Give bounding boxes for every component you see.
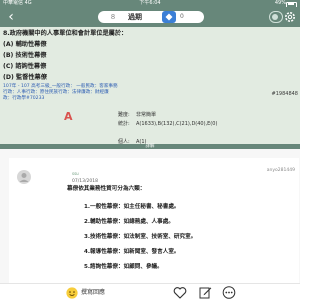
- comment-date: 07/13/2018: [72, 179, 98, 184]
- gear-icon[interactable]: [283, 10, 297, 24]
- comment-text: 4.報導性幕僚：如新聞室、發言人室。: [84, 249, 180, 255]
- question-title: 8.政府機關中的人事單位和會計單位是屬於：: [3, 30, 128, 37]
- page-indicator: 8: [110, 13, 116, 21]
- comment-text: 5.諮詢性幕僚：如顧問、參議。: [84, 264, 163, 270]
- status-bar: 中華電信 4G 下午6:04 49%: [0, 0, 300, 8]
- option-a[interactable]: (A) 輔助性幕僚: [3, 41, 47, 49]
- battery-percent: 49%: [274, 0, 286, 6]
- option-c[interactable]: (C) 諮詢性幕僚: [3, 63, 46, 71]
- back-chevron-icon[interactable]: ‹: [4, 10, 18, 24]
- top-bar: ‹ 8 過期 0: [0, 7, 300, 27]
- edit-pencil-icon[interactable]: [199, 286, 212, 299]
- statistics-row: 統計: A(1633),B(132),C(21),D(40),E(0): [118, 121, 218, 127]
- mode-pill: 8 過期 0: [98, 11, 204, 23]
- exam-tags-link[interactable]: 政：行政學#70233: [3, 96, 44, 102]
- option-d[interactable]: (D) 監督性幕僚: [3, 74, 47, 82]
- difficulty-row: 難度: 非常簡單: [118, 112, 157, 118]
- bottom-bar: 撰寫回應: [0, 283, 300, 300]
- correct-answer: A: [64, 110, 73, 123]
- comment-username[interactable]: ssu: [72, 171, 79, 176]
- clock-text: 下午6:04: [139, 0, 161, 6]
- mode-label[interactable]: 過期: [120, 11, 150, 23]
- more-ellipsis-icon[interactable]: [222, 286, 236, 299]
- comment-text: 3.技術性幕僚：如法制室、技術室、研究室。: [84, 234, 197, 240]
- emoji-face-icon[interactable]: [66, 287, 78, 299]
- comment-text: 2.輔助性幕僚：如總務處、人事處。: [84, 219, 174, 225]
- comment-section: ssu 07/13/2018 anyo281449 幕僚依其業務性質可分為六類：…: [0, 149, 300, 283]
- gem-count: 0: [180, 13, 184, 20]
- comment-text: 幕僚依其業務性質可分為六類：: [67, 186, 146, 192]
- diamond-icon[interactable]: [162, 11, 176, 23]
- comment-user-id: anyo281449: [266, 168, 295, 173]
- comment-text: 1.一般性幕僚：如主任秘書、秘書處。: [84, 204, 180, 210]
- avatar[interactable]: [17, 170, 31, 184]
- option-b[interactable]: (B) 技術性幕僚: [3, 52, 46, 60]
- write-response-button[interactable]: 撰寫回應: [81, 289, 105, 296]
- heart-icon[interactable]: [173, 286, 187, 299]
- toggle-icon[interactable]: [269, 11, 283, 23]
- question-id: #1984848: [271, 91, 298, 97]
